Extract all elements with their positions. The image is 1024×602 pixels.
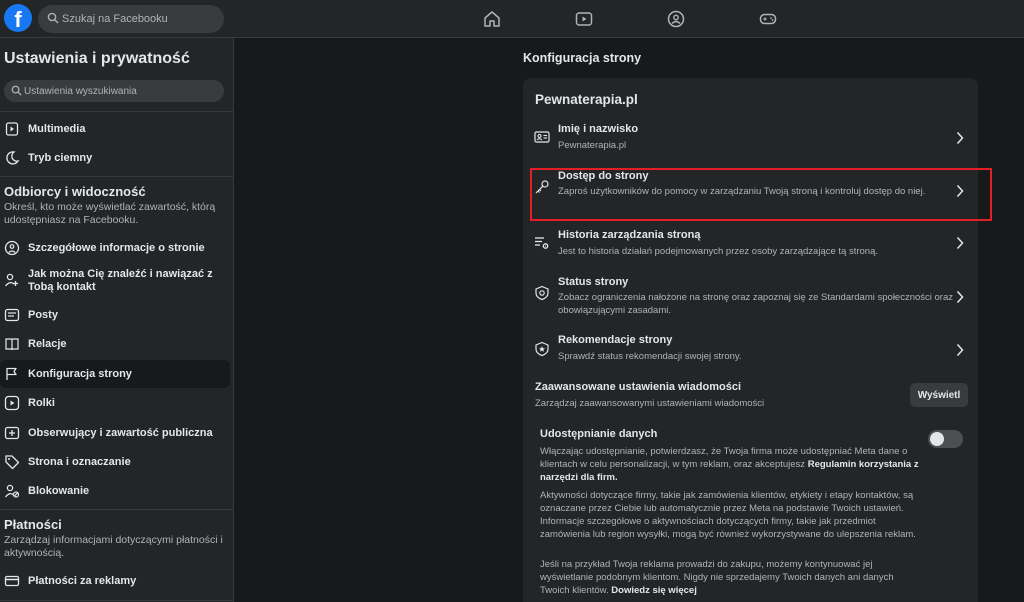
block-user-icon: [4, 484, 20, 498]
sidebar-item-page-setup[interactable]: Konfiguracja strony: [0, 360, 230, 388]
flag-icon: [6, 367, 17, 380]
payments-description: Zarządzaj informacjami dotyczącymi płatn…: [4, 534, 223, 559]
sidebar-item-label: Strona i oznaczanie: [28, 456, 131, 468]
sidebar-divider: [0, 600, 234, 601]
row-title: Status strony: [558, 276, 629, 288]
sidebar-item-label: Jak można Cię znaleźć i nawiązać z Tobą …: [28, 268, 213, 293]
chevron-right-icon: [956, 290, 964, 304]
row-description: Zobacz ograniczenia nałożone na stronę o…: [558, 292, 954, 316]
groups-icon[interactable]: [666, 9, 686, 29]
chevron-right-icon: [956, 131, 964, 145]
sidebar-item-label: Multimedia: [28, 123, 86, 135]
audience-heading: Odbiorcy i widoczność: [4, 184, 146, 199]
chevron-right-icon: [956, 236, 964, 250]
search-icon: [47, 12, 59, 24]
toggle-knob: [930, 432, 944, 446]
home-icon[interactable]: [482, 9, 502, 29]
data-sharing-toggle[interactable]: [928, 430, 963, 448]
sidebar-item-label: Płatności za reklamy: [28, 575, 137, 587]
book-icon: [5, 338, 19, 351]
row-name[interactable]: Imię i nazwisko Pewnaterapia.pl: [523, 120, 978, 160]
data-sharing-paragraph-2: Aktywności dotyczące firmy, takie jak za…: [540, 490, 916, 540]
show-button[interactable]: Wyświetl: [910, 383, 968, 407]
data-sharing-paragraph-1: Włączając udostępnianie, potwierdzasz, ż…: [540, 446, 919, 483]
highlight-box: [530, 168, 992, 221]
sidebar-divider: [0, 176, 234, 177]
sidebar-item-dark-mode[interactable]: Tryb ciemny: [0, 144, 230, 172]
star-shield-icon: [535, 341, 549, 357]
sidebar-title: Ustawienia i prywatność: [4, 50, 190, 67]
facebook-search-input[interactable]: [62, 5, 218, 33]
sidebar-divider: [0, 111, 234, 112]
video-icon[interactable]: [574, 9, 594, 29]
gaming-icon[interactable]: [758, 9, 778, 29]
sidebar-item-label: Posty: [28, 309, 58, 321]
sidebar-item-label: Relacje: [28, 338, 67, 350]
page-setup-card: Pewnaterapia.pl Imię i nazwisko Pewnater…: [523, 78, 978, 602]
search-icon: [11, 85, 22, 96]
sidebar-item-stories[interactable]: Relacje: [0, 330, 230, 358]
sidebar-item-label: Blokowanie: [28, 485, 90, 497]
sidebar-item-reels[interactable]: Rolki: [0, 389, 230, 417]
sidebar-item-label: Konfiguracja strony: [28, 368, 132, 380]
settings-search-input[interactable]: [24, 80, 220, 102]
sidebar-item-find-contact[interactable]: Jak można Cię znaleźć i nawiązać z Tobą …: [0, 266, 230, 294]
sidebar-item-label: Szczegółowe informacje o stronie: [28, 242, 205, 254]
moon-icon: [6, 151, 20, 165]
advanced-messaging-description: Zarządzaj zaawansowanymi ustawieniami wi…: [535, 398, 765, 409]
posts-icon: [4, 308, 20, 322]
sidebar-item-posts[interactable]: Posty: [0, 301, 230, 329]
settings-search[interactable]: [4, 80, 224, 102]
sidebar-item-label: Rolki: [28, 397, 55, 409]
row-page-recommendations[interactable]: Rekomendacje strony Sprawdź status rekom…: [523, 332, 978, 372]
shield-icon: [535, 285, 549, 301]
id-card-icon: [534, 131, 550, 143]
row-title: Historia zarządzania stroną: [558, 229, 701, 241]
audience-description: Określ, kto może wyświetlać zawartość, k…: [4, 201, 216, 226]
advanced-messaging-title: Zaawansowane ustawienia wiadomości: [535, 381, 742, 393]
sidebar-item-label: Obserwujący i zawartość publiczna: [28, 427, 213, 439]
payments-heading: Płatności: [4, 517, 62, 532]
person-search-icon: [4, 273, 18, 287]
data-sharing-title: Udostępnianie danych: [540, 428, 658, 440]
sidebar-item-label: Tryb ciemny: [28, 152, 93, 164]
row-title: Imię i nazwisko: [558, 123, 639, 135]
sidebar-item-followers[interactable]: Obserwujący i zawartość publiczna: [0, 419, 230, 447]
row-description: Pewnaterapia.pl: [558, 140, 627, 151]
card-title: Pewnaterapia.pl: [535, 92, 638, 107]
data-sharing-paragraph-3: Jeśli na przykład Twoja reklama prowadzi…: [540, 559, 894, 596]
plus-box-icon: [4, 426, 20, 440]
settings-sidebar: Ustawienia i prywatność Multimedia Tryb …: [0, 38, 234, 602]
sidebar-item-page-details[interactable]: Szczegółowe informacje o stronie: [0, 234, 230, 262]
row-description: Jest to historia działań podejmowanych p…: [558, 246, 879, 257]
row-management-history[interactable]: Historia zarządzania stroną Jest to hist…: [523, 226, 978, 266]
sidebar-item-ad-payments[interactable]: Płatności za reklamy: [0, 567, 230, 595]
learn-more-link[interactable]: Dowiedz się więcej: [611, 585, 697, 596]
facebook-logo[interactable]: f: [4, 4, 32, 32]
tag-icon: [5, 455, 20, 470]
row-description: Sprawdź status rekomendacji swojej stron…: [558, 351, 742, 362]
card-icon: [4, 575, 20, 587]
sidebar-divider: [0, 509, 234, 510]
media-icon: [5, 122, 19, 136]
top-bar: f: [0, 0, 1024, 38]
sidebar-item-tagging[interactable]: Strona i oznaczanie: [0, 448, 230, 476]
row-title: Rekomendacje strony: [558, 334, 673, 346]
history-gear-icon: [535, 237, 549, 249]
row-page-status[interactable]: Status strony Zobacz ograniczenia nałożo…: [523, 274, 978, 324]
info-icon: [4, 240, 20, 256]
facebook-search[interactable]: [38, 5, 224, 33]
sidebar-item-blocking[interactable]: Blokowanie: [0, 477, 230, 505]
chevron-right-icon: [956, 343, 964, 357]
page-title: Konfiguracja strony: [523, 51, 642, 65]
reels-icon: [4, 395, 20, 411]
sidebar-item-multimedia[interactable]: Multimedia: [0, 115, 230, 143]
